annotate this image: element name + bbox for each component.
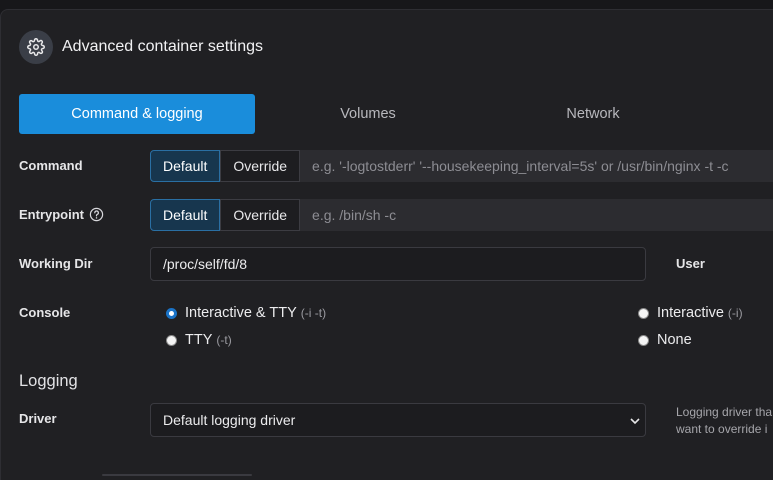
console-option-none[interactable]: None bbox=[638, 332, 692, 348]
logging-driver-select[interactable]: Default logging driver bbox=[150, 403, 646, 437]
tab-volumes[interactable]: Volumes bbox=[255, 94, 481, 134]
console-option-hint: (-t) bbox=[216, 333, 232, 347]
chevron-down-icon bbox=[630, 418, 640, 425]
entrypoint-input[interactable]: e.g. /bin/sh -c bbox=[300, 199, 773, 231]
radio-unselected-icon[interactable] bbox=[166, 334, 177, 346]
logging-driver-value: Default logging driver bbox=[163, 412, 296, 428]
tab-network[interactable]: Network bbox=[481, 94, 705, 134]
working-dir-label: Working Dir bbox=[19, 256, 93, 271]
driver-label: Driver bbox=[19, 411, 57, 426]
entrypoint-override-button[interactable]: Override bbox=[220, 199, 301, 231]
console-option-label: None bbox=[657, 332, 692, 348]
gear-icon bbox=[27, 38, 45, 56]
page-title: Advanced container settings bbox=[62, 38, 264, 55]
console-option-label: TTY bbox=[185, 332, 213, 348]
command-input[interactable]: e.g. '-logtostderr' '--housekeeping_inte… bbox=[300, 150, 773, 182]
console-label: Console bbox=[19, 305, 71, 320]
tab-command-logging[interactable]: Command & logging bbox=[19, 94, 255, 134]
console-option-label: Interactive bbox=[657, 305, 724, 321]
logging-section-title: Logging bbox=[19, 372, 78, 390]
radio-selected-icon[interactable] bbox=[166, 307, 177, 319]
working-dir-input[interactable]: /proc/self/fd/8 bbox=[150, 247, 646, 281]
entrypoint-label: Entrypoint bbox=[19, 207, 84, 222]
help-circle-icon[interactable] bbox=[89, 207, 104, 222]
command-label: Command bbox=[19, 158, 83, 173]
console-option-hint: (-i) bbox=[727, 306, 743, 320]
help-line: Logging driver tha bbox=[676, 405, 773, 419]
radio-unselected-icon[interactable] bbox=[638, 334, 649, 346]
command-mode-selector: Default Override e.g. '-logtostderr' '--… bbox=[150, 150, 773, 182]
console-option-tty[interactable]: TTY (-t) bbox=[166, 332, 232, 348]
command-override-button[interactable]: Override bbox=[220, 150, 301, 182]
console-option-interactive[interactable]: Interactive (-i) bbox=[638, 305, 743, 321]
logging-driver-help: Logging driver tha want to override i bbox=[676, 404, 772, 438]
console-option-label: Interactive & TTY bbox=[185, 305, 297, 321]
entrypoint-default-button[interactable]: Default bbox=[150, 199, 221, 231]
entrypoint-mode-selector: Default Override e.g. /bin/sh -c bbox=[150, 199, 773, 231]
settings-header-icon bbox=[19, 30, 53, 64]
console-option-interactive-tty[interactable]: Interactive & TTY (-i -t) bbox=[166, 305, 326, 321]
console-option-hint: (-i -t) bbox=[300, 306, 327, 320]
radio-unselected-icon[interactable] bbox=[638, 307, 649, 319]
help-line: want to override i bbox=[676, 422, 768, 436]
user-label: User bbox=[676, 256, 705, 271]
command-default-button[interactable]: Default bbox=[150, 150, 221, 182]
entrypoint-label-group: Entrypoint bbox=[19, 207, 104, 222]
